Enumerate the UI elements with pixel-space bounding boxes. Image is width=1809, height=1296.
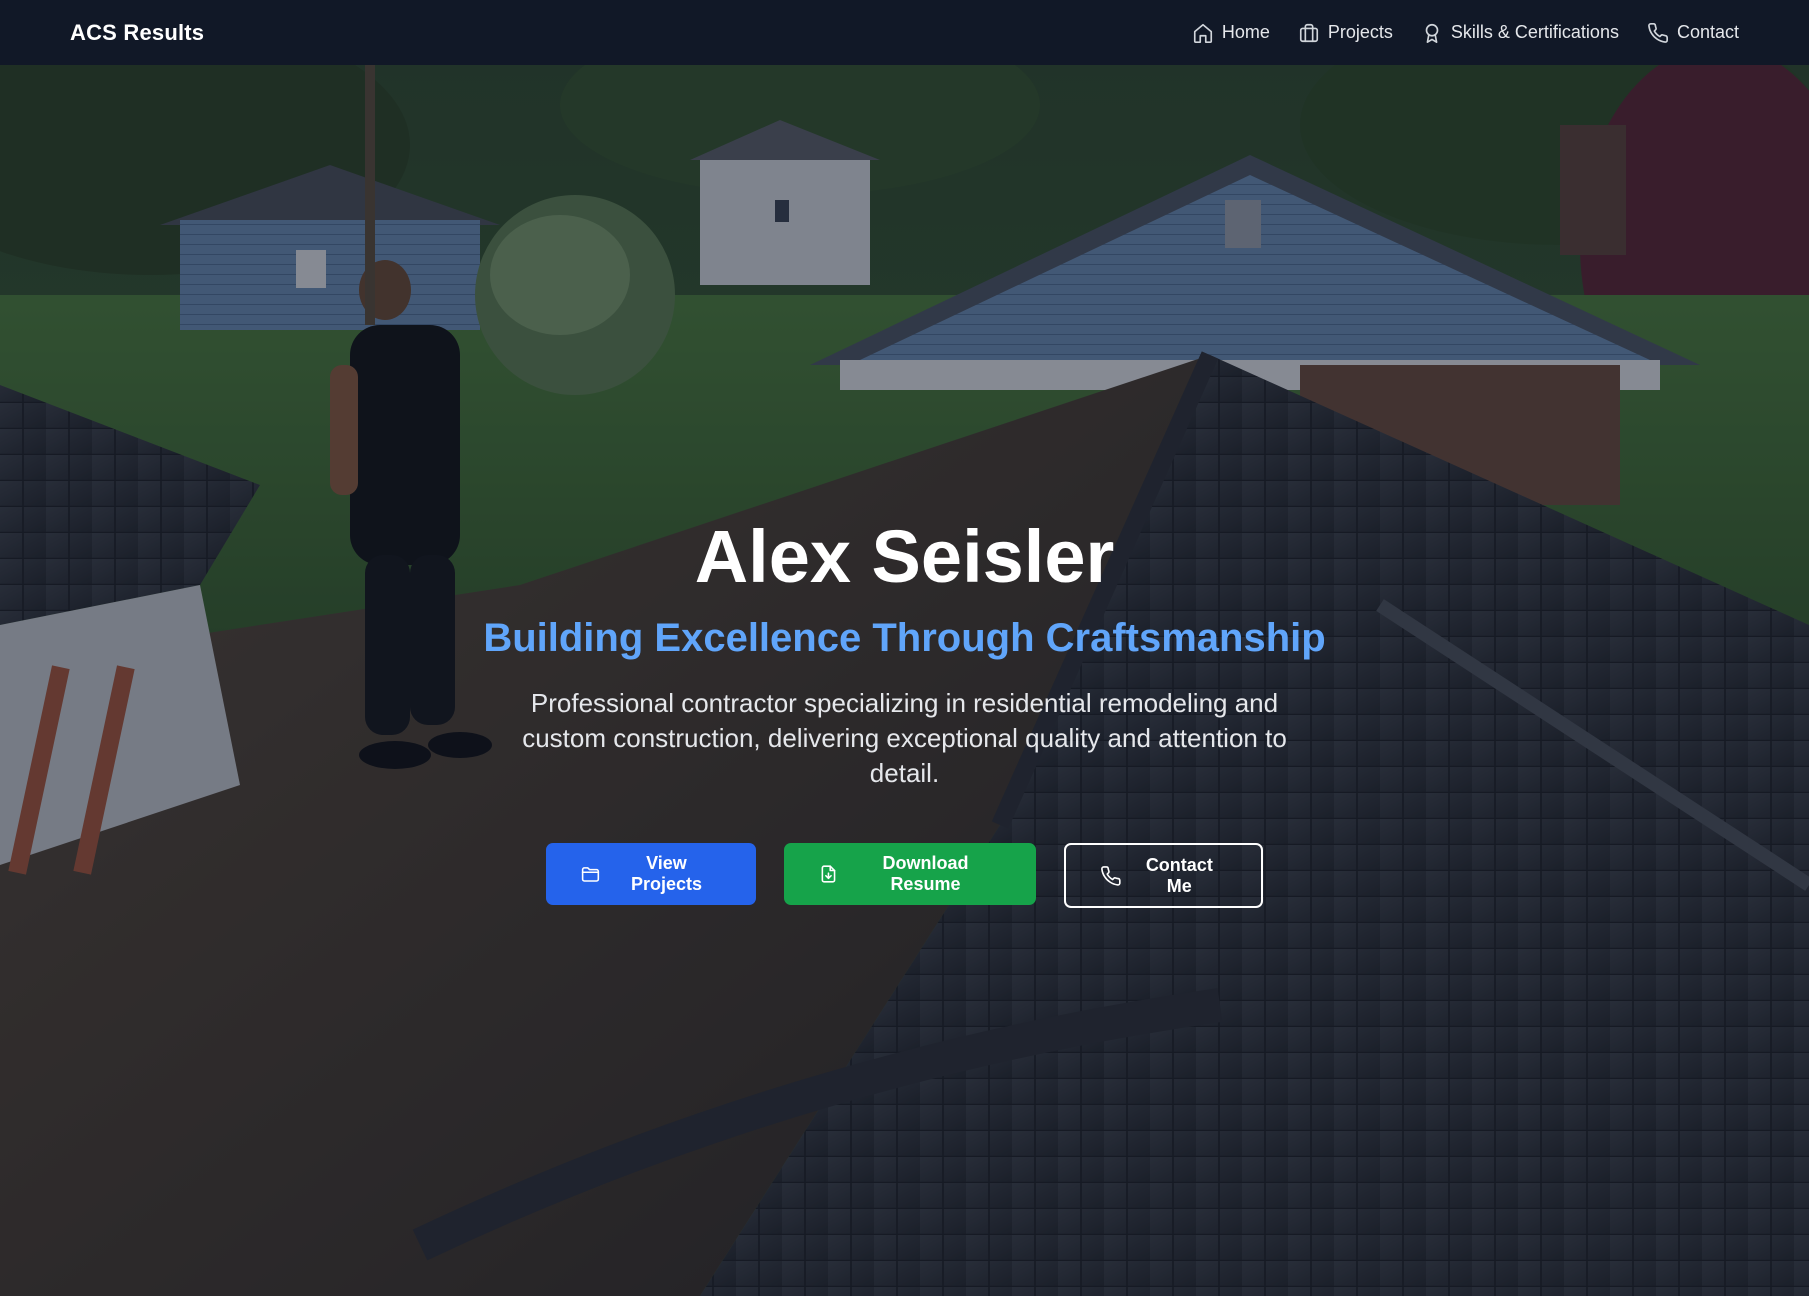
nav-links: Home Projects Skills & Certifications Co… <box>1192 22 1739 44</box>
hero-subtitle: Building Excellence Through Craftsmanshi… <box>483 616 1326 660</box>
nav-link-label: Contact <box>1676 22 1739 42</box>
nav-link-home[interactable]: Home <box>1192 22 1270 44</box>
download-resume-label: Download Resume <box>882 853 969 895</box>
brand-logo[interactable]: ACS Results <box>70 20 204 46</box>
hero-description: Professional contractor specializing in … <box>522 688 1287 789</box>
phone-icon <box>1101 865 1121 886</box>
nav-link-skills[interactable]: Skills & Certifications <box>1421 22 1619 44</box>
home-icon <box>1193 23 1212 43</box>
file-download-icon <box>821 865 836 883</box>
nav-link-label: Home <box>1221 22 1270 42</box>
hero-section: Alex Seisler Building Excellence Through… <box>0 65 1809 1296</box>
nav-link-projects[interactable]: Projects <box>1298 22 1393 44</box>
hero-content: Alex Seisler Building Excellence Through… <box>0 515 1809 909</box>
navbar: ACS Results Home Projects Skills & Certi… <box>0 0 1809 65</box>
folder-icon <box>581 867 600 883</box>
view-projects-label: View Projects <box>630 853 702 895</box>
phone-icon <box>1648 22 1668 43</box>
contact-me-button[interactable]: Contact Me <box>1064 843 1263 909</box>
nav-link-label: Projects <box>1327 22 1393 42</box>
hero-actions: View Projects Download Resume Contact Me <box>546 843 1263 909</box>
nav-link-label: Skills & Certifications <box>1450 22 1619 42</box>
hero-title: Alex Seisler <box>694 515 1115 598</box>
view-projects-button[interactable]: View Projects <box>546 843 756 906</box>
download-resume-button[interactable]: Download Resume <box>784 843 1036 906</box>
award-icon <box>1425 23 1439 43</box>
briefcase-icon <box>1299 23 1318 42</box>
nav-link-contact[interactable]: Contact <box>1647 22 1739 44</box>
contact-me-label: Contact Me <box>1145 854 1213 896</box>
